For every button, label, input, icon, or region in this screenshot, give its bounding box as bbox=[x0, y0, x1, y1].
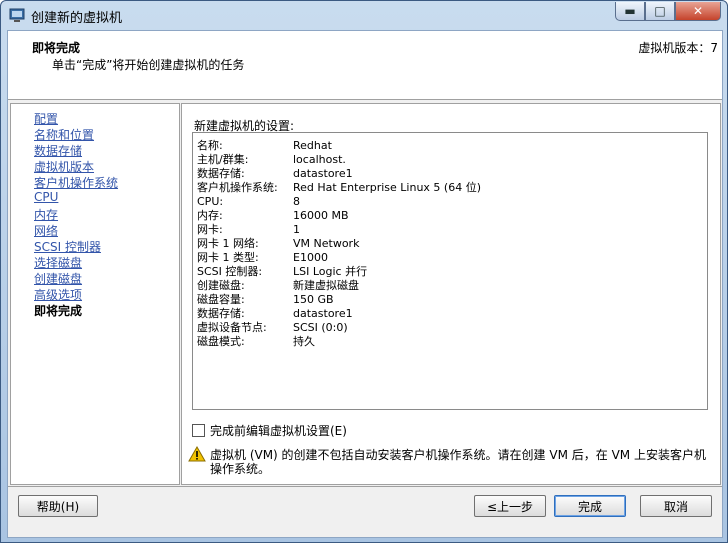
help-button[interactable]: 帮助(H) bbox=[18, 495, 98, 517]
nav-step-name-location[interactable]: 名称和位置 bbox=[34, 126, 94, 143]
nav-step-select-disk[interactable]: 选择磁盘 bbox=[34, 254, 82, 271]
nav-step-guest-os[interactable]: 客户机操作系统 bbox=[34, 174, 118, 191]
guest-os-warning-text: 虚拟机 (VM) 的创建不包括自动安装客户机操作系统。请在创建 VM 后，在 V… bbox=[210, 448, 706, 476]
summary-value: 16000 MB bbox=[293, 209, 349, 222]
wizard-step-nav: 配置 名称和位置 数据存储 虚拟机版本 客户机操作系统 CPU 内存 网络 SC… bbox=[10, 103, 180, 485]
maximize-icon: □ bbox=[654, 4, 666, 18]
wizard-window: 创建新的虚拟机 ▬ □ ✕ 即将完成 单击“完成”将开始创建虚拟机的任务 虚拟机… bbox=[0, 0, 728, 543]
summary-value: datastore1 bbox=[293, 167, 353, 180]
minimize-icon: ▬ bbox=[624, 4, 636, 18]
summary-value: 150 GB bbox=[293, 293, 334, 306]
back-button[interactable]: ≤上一步 bbox=[474, 495, 546, 517]
summary-key: 网卡 1 类型: bbox=[197, 251, 259, 264]
summary-key: CPU: bbox=[197, 195, 224, 208]
nav-step-create-disk[interactable]: 创建磁盘 bbox=[34, 270, 82, 287]
summary-key: 网卡: bbox=[197, 223, 223, 236]
window-title: 创建新的虚拟机 bbox=[31, 11, 123, 26]
nav-step-vm-version[interactable]: 虚拟机版本 bbox=[34, 158, 94, 175]
page-subtitle: 单击“完成”将开始创建虚拟机的任务 bbox=[52, 58, 245, 72]
summary-key: 创建磁盘: bbox=[197, 279, 245, 292]
summary-key: 主机/群集: bbox=[197, 153, 249, 166]
vm-version-label: 虚拟机版本：7 bbox=[638, 41, 718, 55]
window-controls: ▬ □ ✕ bbox=[615, 2, 721, 21]
cancel-button[interactable]: 取消 bbox=[640, 495, 712, 517]
wizard-client-area: 即将完成 单击“完成”将开始创建虚拟机的任务 虚拟机版本：7 配置 名称和位置 … bbox=[7, 30, 723, 538]
summary-value: 1 bbox=[293, 223, 300, 236]
summary-key: 数据存储: bbox=[197, 307, 245, 320]
nav-step-advanced[interactable]: 高级选项 bbox=[34, 286, 82, 303]
close-button[interactable]: ✕ bbox=[675, 2, 721, 21]
summary-value: Red Hat Enterprise Linux 5 (64 位) bbox=[293, 181, 482, 194]
summary-value: 持久 bbox=[293, 335, 315, 348]
summary-value: localhost. bbox=[293, 153, 346, 166]
wizard-header: 即将完成 单击“完成”将开始创建虚拟机的任务 虚拟机版本：7 bbox=[8, 31, 722, 100]
nav-step-datastore[interactable]: 数据存储 bbox=[34, 142, 82, 159]
footer-divider bbox=[8, 486, 722, 487]
nav-step-memory[interactable]: 内存 bbox=[34, 206, 58, 223]
summary-key: 磁盘模式: bbox=[197, 335, 245, 348]
summary-key: 网卡 1 网络: bbox=[197, 237, 259, 250]
title-bar[interactable]: 创建新的虚拟机 ▬ □ ✕ bbox=[1, 1, 727, 29]
summary-key: 磁盘容量: bbox=[197, 293, 245, 306]
page-title: 即将完成 bbox=[32, 41, 81, 55]
summary-key: 虚拟设备节点: bbox=[197, 321, 267, 334]
summary-value: SCSI (0:0) bbox=[293, 321, 348, 334]
summary-key: 名称: bbox=[197, 139, 223, 152]
nav-step-network[interactable]: 网络 bbox=[34, 222, 58, 239]
summary-value: 新建虚拟磁盘 bbox=[293, 279, 359, 292]
summary-key: 数据存储: bbox=[197, 167, 245, 180]
summary-key: SCSI 控制器: bbox=[197, 265, 263, 278]
summary-value: datastore1 bbox=[293, 307, 353, 320]
settings-summary-box: 名称: Redhat 主机/群集: localhost. 数据存储: datastor… bbox=[192, 132, 708, 410]
edit-settings-checkbox[interactable] bbox=[192, 424, 205, 437]
summary-value: 8 bbox=[293, 195, 300, 208]
finish-button[interactable]: 完成 bbox=[554, 495, 626, 517]
warning-icon bbox=[188, 446, 206, 462]
summary-value: LSI Logic 并行 bbox=[293, 265, 368, 278]
summary-panel: 新建虚拟机的设置: 名称: Redhat 主机/群集: localhost. 数据存… bbox=[181, 103, 721, 485]
nav-step-config[interactable]: 配置 bbox=[34, 110, 58, 127]
summary-key: 客户机操作系统: bbox=[197, 181, 278, 194]
maximize-button[interactable]: □ bbox=[645, 2, 675, 21]
nav-step-cpu[interactable]: CPU bbox=[34, 190, 58, 204]
nav-step-ready-to-complete: 即将完成 bbox=[34, 304, 83, 318]
minimize-button[interactable]: ▬ bbox=[615, 2, 645, 21]
edit-settings-label[interactable]: 完成前编辑虚拟机设置(E) bbox=[210, 422, 347, 439]
summary-value: VM Network bbox=[293, 237, 360, 250]
summary-key: 内存: bbox=[197, 209, 223, 222]
nav-step-scsi-controller[interactable]: SCSI 控制器 bbox=[34, 238, 101, 255]
vm-app-icon bbox=[9, 8, 25, 22]
close-icon: ✕ bbox=[692, 4, 704, 18]
summary-value: E1000 bbox=[293, 251, 328, 264]
summary-value: Redhat bbox=[293, 139, 332, 152]
